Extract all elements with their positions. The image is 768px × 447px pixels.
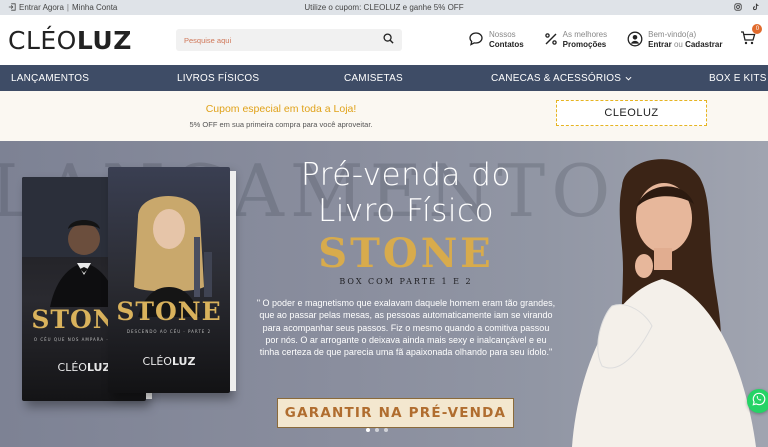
promotions-line1: As melhores <box>562 30 608 39</box>
welcome-text: Bem-vindo(a) <box>648 30 697 39</box>
book-cover-part-2[interactable]: STONE DESCENDO AO CÉU · PARTE 2 CLÉOLUZ <box>108 167 230 393</box>
author-photo <box>572 159 756 447</box>
carousel-dot-1[interactable] <box>366 428 370 432</box>
top-bar-separator: | <box>66 3 69 12</box>
login-button[interactable]: Entrar <box>648 40 672 49</box>
whatsapp-button[interactable] <box>747 389 768 413</box>
nav-item-canecas-label: CANECAS & ACESSÓRIOS <box>491 72 622 84</box>
instagram-icon[interactable] <box>734 2 742 13</box>
whatsapp-icon <box>752 392 766 411</box>
main-nav: LANÇAMENTOS LIVROS FÍSICOS CAMISETAS CAN… <box>0 65 768 91</box>
my-account-link[interactable]: Minha Conta <box>72 3 117 12</box>
search-bar <box>176 29 402 51</box>
coupon-title: Cupom especial em toda a Loja! <box>205 103 357 115</box>
cart-icon <box>740 30 756 50</box>
hero-headline-line1: Pré-venda do <box>301 157 511 193</box>
hero-book-subtitle: BOX COM PARTE 1 E 2 <box>339 277 473 286</box>
hero-headline-line2: Livro Físico <box>317 193 495 229</box>
nav-item-livros-fisicos[interactable]: LIVROS FÍSICOS <box>177 65 259 91</box>
login-icon <box>8 2 16 13</box>
hero-headline: Pré-venda do Livro Físico <box>256 157 556 229</box>
login-link[interactable]: Entrar Agora <box>19 3 64 12</box>
hero-banner[interactable]: LANÇAMENTO STONE O CÉU QUE NOS AMPARA · … <box>0 141 768 447</box>
logo-bold-text: LUZ <box>76 25 132 55</box>
cart-count-badge: 0 <box>752 23 763 34</box>
carousel-dot-3[interactable] <box>384 428 388 432</box>
site-header: CLÉOLUZ Nossos Contatos As melhores Prom… <box>0 15 768 65</box>
account-area: Bem-vindo(a) Entrar ou Cadastrar <box>627 30 722 50</box>
nav-item-camisetas[interactable]: CAMISETAS <box>344 65 403 91</box>
top-bar: Entrar Agora | Minha Conta Utilize o cup… <box>0 0 768 15</box>
book2-tagline: DESCENDO AO CÉU · PARTE 2 <box>126 329 212 334</box>
carousel-dots <box>366 428 388 432</box>
tiktok-icon[interactable] <box>752 3 760 13</box>
cart-button[interactable]: 0 <box>740 23 763 51</box>
user-icon[interactable] <box>627 31 643 50</box>
book2-title: STONE <box>116 297 222 326</box>
contacts-link[interactable]: Nossos Contatos <box>468 30 524 50</box>
hero-quote: " O poder e magnetismo que exalavam daqu… <box>256 298 556 358</box>
book2-author: CLÉOLUZ <box>142 355 196 368</box>
search-icon[interactable] <box>383 31 394 49</box>
search-input[interactable] <box>184 35 383 45</box>
or-text: ou <box>673 40 683 49</box>
hero-book-title: STONE <box>318 230 494 277</box>
top-bar-account-links: Entrar Agora | Minha Conta <box>8 2 117 13</box>
book2-page-edge <box>230 171 236 391</box>
register-button[interactable]: Cadastrar <box>685 40 722 49</box>
site-logo[interactable]: CLÉOLUZ <box>8 26 176 55</box>
percent-icon <box>544 32 558 49</box>
contacts-line2: Contatos <box>489 40 524 49</box>
preorder-button[interactable]: GARANTIR NA PRÉ-VENDA <box>277 398 514 428</box>
chat-bubble-icon <box>468 31 484 50</box>
promotions-line2: Promoções <box>562 40 607 49</box>
coupon-code-box[interactable]: CLEOLUZ <box>556 100 707 126</box>
coupon-subtitle: 5% OFF em sua primeira compra para você … <box>189 120 373 129</box>
logo-light-text: CLÉO <box>8 25 77 55</box>
nav-item-lancamentos[interactable]: LANÇAMENTOS <box>11 65 89 91</box>
coupon-banner: Cupom especial em toda a Loja! 5% OFF em… <box>0 91 768 141</box>
contacts-line1: Nossos <box>489 30 516 39</box>
nav-item-canecas-acessorios[interactable]: CANECAS & ACESSÓRIOS <box>491 65 632 91</box>
carousel-dot-2[interactable] <box>375 428 379 432</box>
chevron-down-icon <box>625 73 632 84</box>
nav-item-box-kits[interactable]: BOX E KITS <box>709 65 767 91</box>
promotions-link[interactable]: As melhores Promoções <box>544 30 607 50</box>
